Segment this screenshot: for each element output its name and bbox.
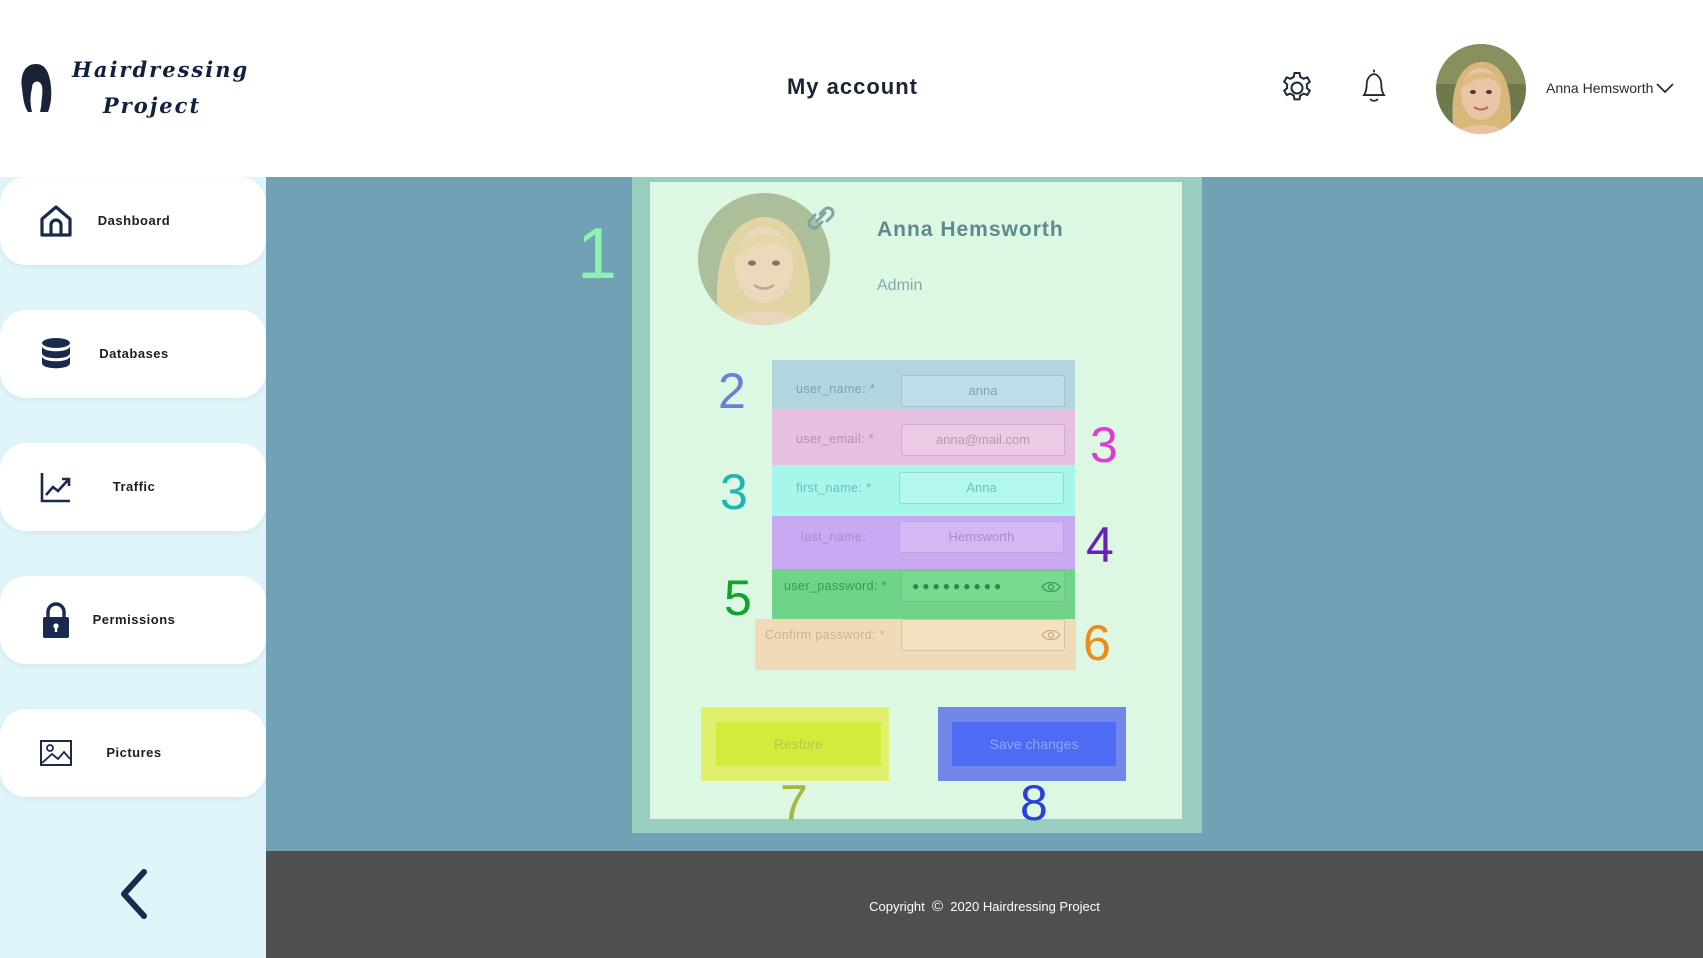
bell-icon[interactable] bbox=[1354, 66, 1394, 106]
firstname-label: first_name: * bbox=[796, 481, 872, 495]
username-label: user_name: * bbox=[796, 382, 876, 396]
image-icon bbox=[40, 740, 72, 766]
avatar[interactable] bbox=[1436, 44, 1526, 134]
logo-text: Hairdressing Project bbox=[72, 57, 250, 118]
lastname-field[interactable]: Hemsworth bbox=[899, 521, 1064, 553]
annotation-label: 3 bbox=[1090, 417, 1118, 473]
copyright: Copyright © 2020 Hairdressing Project bbox=[869, 898, 1100, 915]
user-name[interactable]: Anna Hemsworth bbox=[1546, 80, 1653, 96]
email-label: user_email: * bbox=[796, 432, 875, 446]
page-title: My account bbox=[786, 74, 919, 99]
footer: Copyright © 2020 Hairdressing Project bbox=[266, 851, 1703, 958]
database-icon bbox=[42, 338, 70, 369]
annotation-label: 5 bbox=[724, 570, 752, 626]
annotation-label: 1 bbox=[577, 214, 618, 294]
save-button[interactable]: Save changes bbox=[952, 722, 1116, 766]
annotation-label: 4 bbox=[1086, 517, 1114, 573]
chart-icon bbox=[40, 473, 71, 503]
password-label: user_password: * bbox=[784, 579, 887, 593]
lastname-label: last_name: bbox=[801, 530, 867, 544]
link-icon[interactable] bbox=[804, 202, 838, 234]
annotation-label: 7 bbox=[780, 775, 808, 831]
restore-button[interactable]: Restore bbox=[716, 722, 881, 766]
email-field[interactable]: anna@mail.com bbox=[901, 424, 1065, 456]
annotation-label: 2 bbox=[718, 363, 746, 419]
sidebar-item-databases[interactable]: Databases bbox=[0, 310, 266, 398]
sidebar-item-label: Traffic bbox=[112, 479, 156, 494]
firstname-field[interactable]: Anna bbox=[899, 472, 1064, 504]
username-field[interactable]: anna bbox=[901, 375, 1065, 407]
chevron-left-icon[interactable] bbox=[114, 868, 154, 920]
profile-role: Admin bbox=[877, 277, 923, 294]
sidebar-item-permissions[interactable]: Permissions bbox=[0, 576, 266, 664]
profile-name: Anna Hemsworth bbox=[877, 218, 1064, 241]
lock-icon bbox=[43, 602, 69, 638]
sidebar bbox=[0, 177, 266, 958]
sidebar-item-pictures[interactable]: Pictures bbox=[0, 709, 266, 797]
sidebar-item-dashboard[interactable]: Dashboard bbox=[0, 177, 266, 265]
annotation-label: 8 bbox=[1020, 775, 1048, 831]
annotation-label: 6 bbox=[1083, 615, 1111, 671]
confirm-password-label: Confirm password: * bbox=[765, 628, 886, 642]
sidebar-item-label: Permissions bbox=[92, 612, 176, 627]
home-icon bbox=[40, 205, 72, 237]
sidebar-item-traffic[interactable]: Traffic bbox=[0, 443, 266, 531]
annotation-label: 3 bbox=[720, 464, 748, 520]
eye-icon[interactable] bbox=[1041, 580, 1061, 594]
chevron-down-icon[interactable] bbox=[1654, 78, 1676, 98]
sidebar-item-label: Pictures bbox=[106, 745, 162, 760]
gear-icon[interactable] bbox=[1277, 68, 1317, 108]
header: Hairdressing Project My account Anna Hem… bbox=[0, 0, 1703, 177]
sidebar-item-label: Dashboard bbox=[97, 213, 171, 228]
copyright-icon: © bbox=[932, 898, 944, 915]
eye-icon[interactable] bbox=[1041, 628, 1061, 642]
logo-icon bbox=[21, 64, 52, 112]
sidebar-item-label: Databases bbox=[99, 346, 169, 361]
